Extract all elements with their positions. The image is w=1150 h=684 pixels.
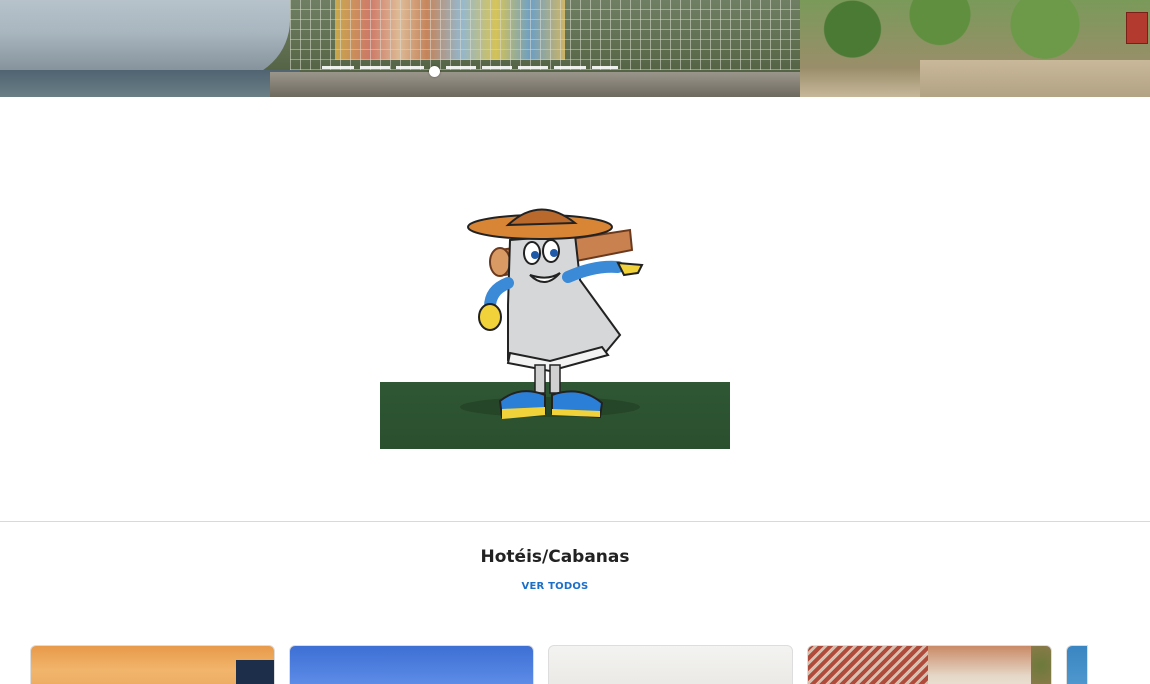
mascot-image [380, 195, 730, 449]
hotel-card[interactable] [289, 645, 534, 684]
hotel-card[interactable] [807, 645, 1052, 684]
slide-dot-active[interactable] [429, 66, 440, 77]
section-title: Hotéis/Cabanas [480, 547, 630, 567]
slider-pagination[interactable] [322, 66, 622, 77]
red-sign [1126, 12, 1148, 44]
slide-dot[interactable] [592, 66, 618, 69]
slide-dot[interactable] [446, 66, 476, 69]
pedal-boat-image [0, 0, 290, 80]
hero-banner[interactable] [0, 0, 1150, 97]
section-divider [0, 521, 1150, 522]
slide-dot[interactable] [482, 66, 512, 69]
fence [290, 0, 810, 70]
slide-dot[interactable] [322, 66, 354, 69]
hotel-card[interactable] [548, 645, 793, 684]
view-all-link[interactable]: VER TODOS [0, 581, 1110, 592]
lake-water [0, 70, 300, 97]
slide-dot[interactable] [518, 66, 548, 69]
axe-mascot-icon [460, 208, 644, 419]
hotel-card[interactable] [1066, 645, 1088, 684]
slide-dot[interactable] [360, 66, 390, 69]
dirt-path [920, 60, 1150, 97]
hotel-cards-carousel[interactable] [30, 645, 1150, 684]
slide-dot[interactable] [396, 66, 424, 69]
hotel-card[interactable] [30, 645, 275, 684]
slide-dot[interactable] [554, 66, 586, 69]
